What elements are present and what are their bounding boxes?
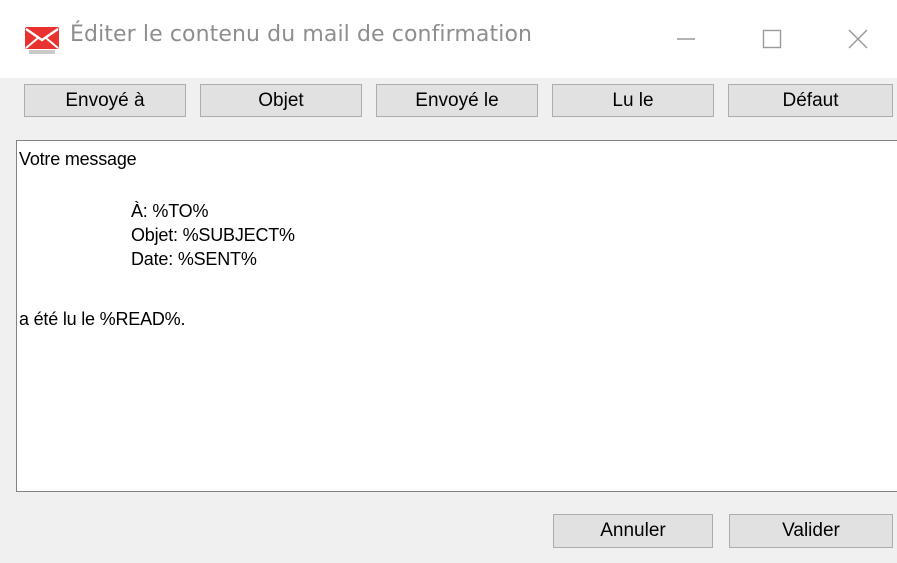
confirmation-mail-editor-window: Éditer le contenu du mail de confirmatio…: [0, 0, 897, 563]
maximize-button[interactable]: [742, 14, 802, 64]
message-line: Votre message: [19, 149, 137, 169]
minimize-button[interactable]: [656, 14, 716, 64]
cancel-button[interactable]: Annuler: [553, 514, 713, 548]
insert-sent-date-button[interactable]: Envoyé le: [376, 84, 538, 117]
restore-default-button[interactable]: Défaut: [728, 84, 893, 117]
window-title: Éditer le contenu du mail de confirmatio…: [70, 22, 533, 47]
insert-read-date-button[interactable]: Lu le: [552, 84, 714, 117]
validate-button[interactable]: Valider: [729, 514, 893, 548]
maximize-icon: [762, 29, 782, 49]
insert-to-button[interactable]: Envoyé à: [24, 84, 186, 117]
envelope-icon: [24, 24, 60, 56]
message-line: a été lu le %READ%.: [19, 309, 186, 329]
message-body-textarea[interactable]: Votre message À: %TO% Objet: %SUBJECT% D…: [16, 140, 897, 492]
minimize-icon: [677, 38, 695, 40]
message-line: Objet: %SUBJECT%: [131, 225, 295, 245]
title-bar[interactable]: Éditer le contenu du mail de confirmatio…: [0, 0, 897, 78]
message-line: À: %TO%: [131, 201, 209, 221]
close-button[interactable]: [828, 14, 888, 64]
message-line: Date: %SENT%: [131, 249, 257, 269]
insert-subject-button[interactable]: Objet: [200, 84, 362, 117]
close-icon: [848, 29, 868, 49]
